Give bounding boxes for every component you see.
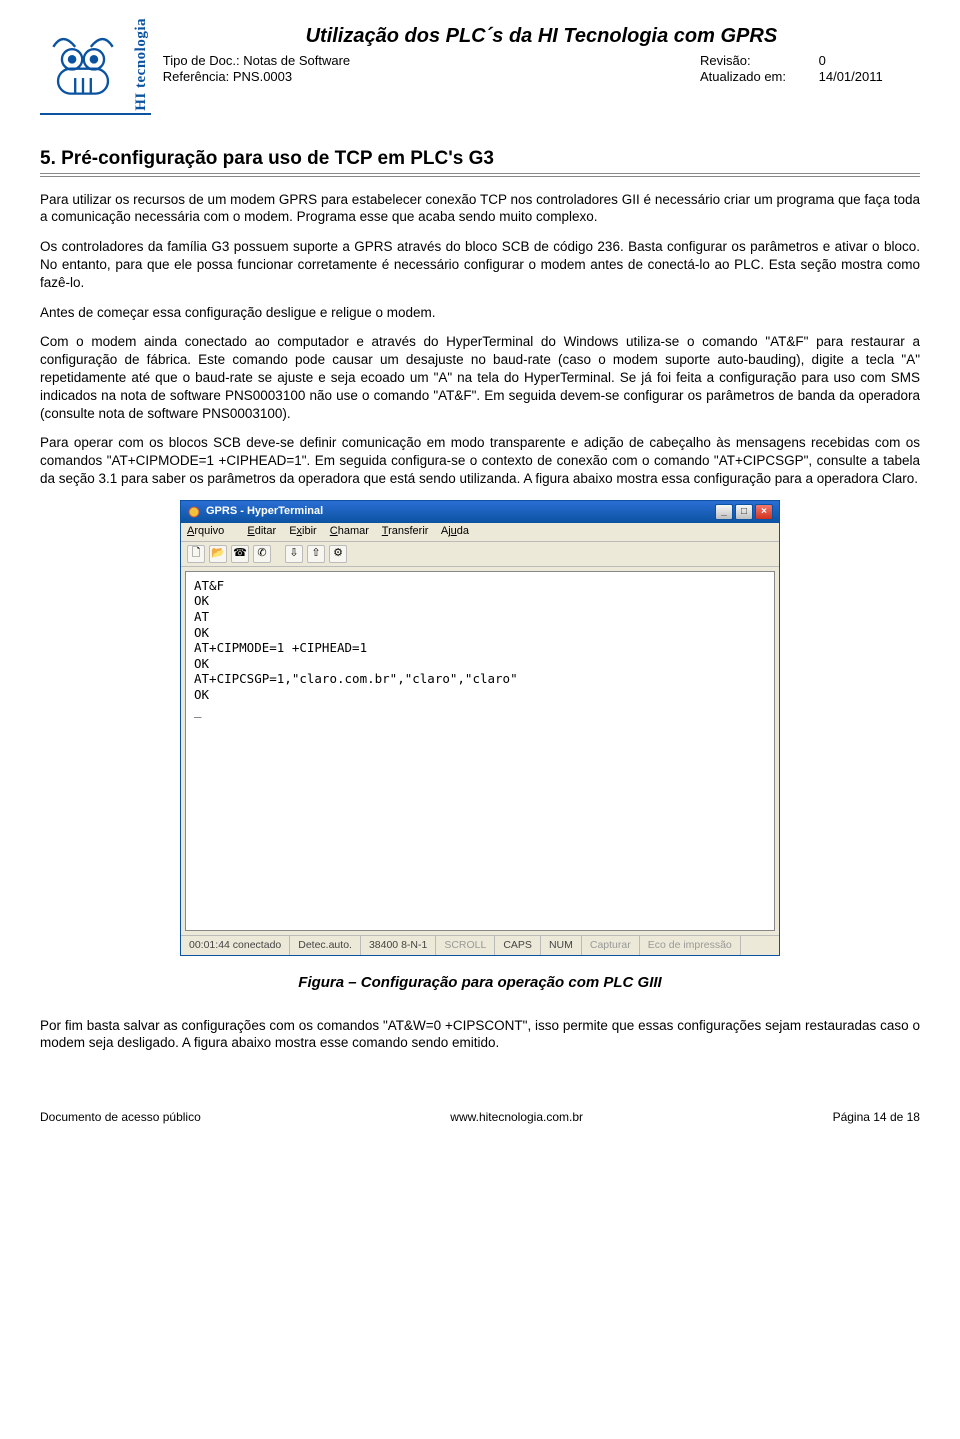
tipo-value: Notas de Software (243, 53, 350, 68)
document-header: HI tecnologia Utilização dos PLC´s da HI… (40, 18, 920, 115)
maximize-button[interactable]: □ (735, 504, 753, 520)
paragraph-3: Antes de começar essa configuração desli… (40, 304, 920, 322)
toolbar-new-icon[interactable]: 🗋 (187, 545, 205, 563)
atual-value: 14/01/2011 (819, 69, 883, 84)
menu-exibir[interactable]: Exibir (289, 525, 317, 537)
paragraph-5: Para operar com os blocos SCB deve-se de… (40, 434, 920, 487)
footer-center: www.hitecnologia.com.br (450, 1110, 583, 1125)
owl-logo-icon (40, 25, 126, 103)
status-scroll: SCROLL (436, 936, 495, 955)
toolbar-open-icon[interactable]: 📂 (209, 545, 227, 563)
status-link: 38400 8-N-1 (361, 936, 436, 955)
window-titlebar[interactable]: GPRS - HyperTerminal _ □ × (181, 501, 779, 523)
app-icon (187, 505, 201, 519)
page-footer: Documento de acesso público www.hitecnol… (40, 1110, 920, 1125)
section-heading: 5. Pré-configuração para uso de TCP em P… (40, 147, 920, 171)
brand-vertical-text: HI tecnologia (132, 18, 151, 111)
statusbar: 00:01:44 conectado Detec.auto. 38400 8-N… (181, 935, 779, 955)
toolbar: 🗋 📂 ☎ ✆ ⇩ ⇧ ⚙ (181, 542, 779, 567)
status-detect: Detec.auto. (290, 936, 361, 955)
toolbar-props-icon[interactable]: ⚙ (329, 545, 347, 563)
toolbar-hangup-icon[interactable]: ✆ (253, 545, 271, 563)
window-title: GPRS - HyperTerminal (206, 505, 323, 519)
document-title: Utilização dos PLC´s da HI Tecnologia co… (163, 24, 920, 49)
hyperterminal-window: GPRS - HyperTerminal _ □ × Arquivo Edita… (180, 500, 780, 956)
paragraph-1: Para utilizar os recursos de um modem GP… (40, 191, 920, 227)
menu-arquivo[interactable]: Arquivo (187, 525, 234, 537)
rev-label: Revisão: (700, 53, 815, 69)
rev-value: 0 (819, 53, 826, 68)
ref-label: Referência: (163, 69, 229, 84)
footer-right: Página 14 de 18 (833, 1110, 920, 1125)
toolbar-receive-icon[interactable]: ⇧ (307, 545, 325, 563)
status-num: NUM (541, 936, 582, 955)
figure-caption: Figura – Configuração para operação com … (40, 974, 920, 993)
menubar[interactable]: Arquivo Editar Exibir Chamar Transferir … (181, 523, 779, 542)
close-button[interactable]: × (755, 504, 773, 520)
status-caps: CAPS (495, 936, 541, 955)
ref-value: PNS.0003 (233, 69, 292, 84)
paragraph-6: Por fim basta salvar as configurações co… (40, 1017, 920, 1053)
tipo-label: Tipo de Doc.: (163, 53, 240, 68)
brand-logo-block: HI tecnologia (40, 18, 151, 115)
footer-left: Documento de acesso público (40, 1110, 201, 1125)
toolbar-send-icon[interactable]: ⇩ (285, 545, 303, 563)
terminal-output[interactable]: AT&F OK AT OK AT+CIPMODE=1 +CIPHEAD=1 OK… (185, 571, 775, 931)
menu-editar[interactable]: Editar (247, 525, 276, 537)
status-time: 00:01:44 conectado (181, 936, 290, 955)
header-text-block: Utilização dos PLC´s da HI Tecnologia co… (163, 18, 920, 115)
paragraph-4: Com o modem ainda conectado ao computado… (40, 333, 920, 422)
toolbar-call-icon[interactable]: ☎ (231, 545, 249, 563)
menu-ajuda[interactable]: Ajuda (441, 525, 469, 537)
status-echo: Eco de impressão (640, 936, 741, 955)
section-divider (40, 173, 920, 177)
menu-transferir[interactable]: Transferir (382, 525, 429, 537)
atual-label: Atualizado em: (700, 69, 815, 85)
menu-chamar[interactable]: Chamar (330, 525, 369, 537)
status-capture: Capturar (582, 936, 640, 955)
paragraph-2: Os controladores da família G3 possuem s… (40, 238, 920, 291)
minimize-button[interactable]: _ (715, 504, 733, 520)
